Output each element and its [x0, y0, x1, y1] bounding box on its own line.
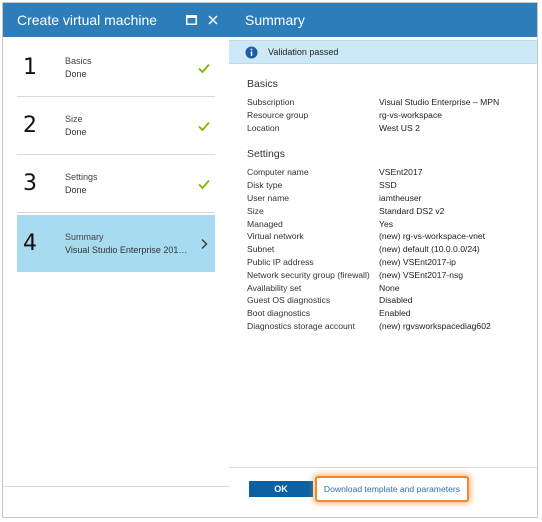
chevron-right-icon: [201, 238, 208, 249]
step-status: Visual Studio Enterprise 2017 (...: [65, 245, 191, 255]
validation-banner: Validation passed: [229, 40, 537, 64]
step-label: Basics: [65, 56, 92, 66]
divider: [3, 486, 229, 487]
section-heading-settings: Settings: [247, 148, 285, 161]
checkmark-icon: [198, 121, 210, 131]
create-vm-header: Create virtual machine: [3, 3, 229, 37]
kv-row: Resource group rg-vs-workspace: [247, 109, 443, 120]
maximize-icon[interactable]: [183, 12, 199, 28]
kv-row: Size Standard DS2 v2: [247, 205, 445, 216]
kv-row: Network security group (firewall) (new) V…: [247, 269, 464, 280]
checkmark-icon: [198, 63, 210, 73]
kv-row: Subscription Visual Studio Enterprise – M…: [247, 97, 500, 107]
section-heading-basics: Basics: [247, 78, 278, 90]
kv-row: Managed Yes: [247, 218, 394, 229]
step-label: Settings: [65, 172, 98, 182]
kv-row: Computer name VSEnt2017: [247, 167, 423, 178]
step-number: 1: [23, 55, 37, 80]
step-number: 2: [23, 113, 37, 138]
kv-row: Guest OS diagnostics Disabled: [247, 295, 413, 306]
divider: [229, 467, 537, 468]
close-icon[interactable]: [205, 12, 221, 28]
ok-button[interactable]: OK: [249, 481, 313, 497]
step-status: Done: [65, 69, 87, 79]
kv-row: Boot diagnostics Enabled: [247, 308, 411, 319]
step-label: Size: [65, 114, 83, 124]
kv-row: User name iamtheuser: [247, 192, 422, 203]
blade-title: Summary: [245, 12, 305, 28]
create-vm-blade: Create virtual machine 1 Basics Done 2 S…: [3, 3, 230, 517]
kv-row: Location West US 2: [247, 122, 420, 133]
kv-row: Disk type SSD: [247, 180, 397, 191]
step-number: 3: [23, 171, 37, 196]
kv-row: Availability set None: [247, 282, 400, 293]
validation-text: Validation passed: [268, 47, 339, 57]
blade-title: Create virtual machine: [17, 12, 158, 28]
step-basics[interactable]: 1 Basics Done: [17, 39, 215, 97]
step-number: 4: [23, 231, 37, 256]
summary-blade: Summary Validation passed Basics Subscri…: [229, 3, 537, 517]
portal-frame: Create virtual machine 1 Basics Done 2 S…: [2, 2, 538, 518]
kv-row: Public IP address (new) VSEnt2017-ip: [247, 256, 456, 267]
kv-row: Diagnostics storage account (new) rgvswor…: [247, 320, 491, 331]
step-label: Summary: [65, 232, 104, 242]
step-status: Done: [65, 185, 87, 195]
wizard-steps: 1 Basics Done 2 Size Done 3 Settings Don…: [3, 37, 229, 272]
checkmark-icon: [198, 179, 210, 189]
step-summary[interactable]: 4 Summary Visual Studio Enterprise 2017 …: [17, 215, 215, 272]
kv-row: Subnet (new) default (10.0.0.0/24): [247, 244, 480, 255]
download-template-link[interactable]: Download template and parameters: [315, 476, 469, 502]
summary-header: Summary: [229, 3, 537, 37]
kv-row: Virtual network (new) rg-vs-workspace-vne…: [247, 231, 486, 242]
info-icon: [245, 45, 258, 59]
step-settings[interactable]: 3 Settings Done: [17, 155, 215, 213]
step-size[interactable]: 2 Size Done: [17, 97, 215, 155]
step-status: Done: [65, 127, 87, 137]
